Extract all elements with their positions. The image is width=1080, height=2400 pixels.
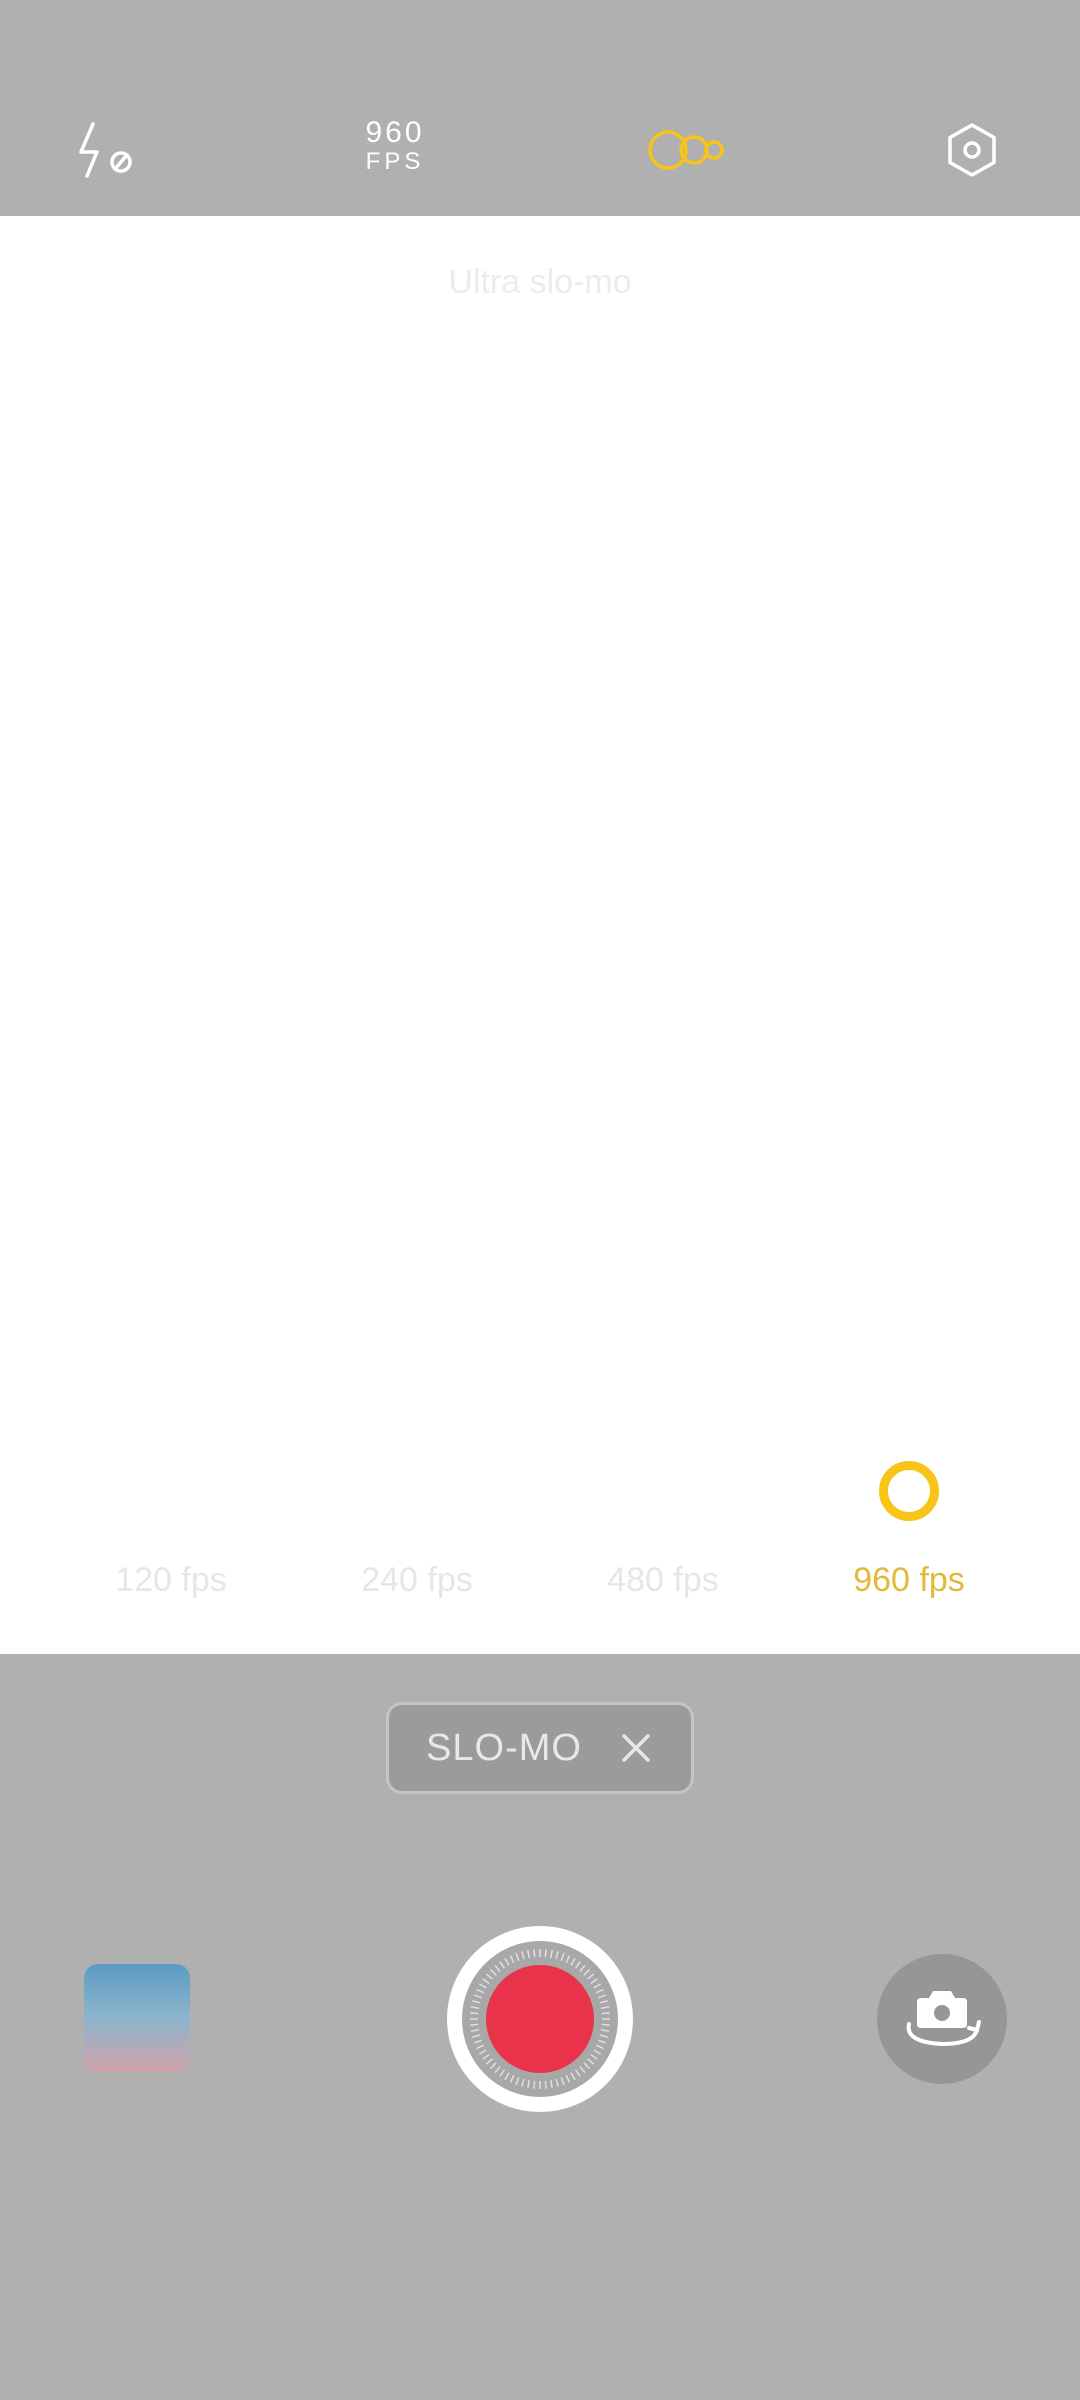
record-ring-tick <box>544 2080 547 2089</box>
record-ring-tick <box>601 2012 610 2015</box>
record-ring-tick <box>599 2034 608 2038</box>
fps-value: 960 <box>365 116 425 149</box>
camera-screen: 960 FPS Ultra slo-mo 120 fps 240 fps 480… <box>0 0 1080 2400</box>
fps-selector-indicator[interactable] <box>879 1461 939 1521</box>
record-ring-tick <box>470 2029 480 2032</box>
record-ring-tick <box>485 1973 493 1980</box>
record-ring-tick <box>587 1973 595 1980</box>
record-ring-tick <box>598 1994 607 1999</box>
fps-option-960[interactable]: 960 fps <box>809 1561 1009 1600</box>
record-ring-tick <box>527 2079 530 2089</box>
record-ring-tick <box>489 1968 497 1976</box>
record-ring-tick <box>482 2053 490 2060</box>
record-ring-tick <box>600 2006 610 2009</box>
record-ring-tick <box>595 1988 604 1994</box>
record-button[interactable] <box>447 1926 633 2112</box>
record-ring-tick <box>482 1978 490 1985</box>
record-ring-tick <box>489 2062 497 2070</box>
fps-option-480[interactable]: 480 fps <box>563 1561 763 1600</box>
record-ring-tick <box>470 2012 479 2015</box>
record-dot <box>486 1965 594 2073</box>
record-ring-tick <box>470 2023 479 2026</box>
record-ring-tick <box>550 2079 553 2089</box>
record-ring-tick <box>600 2029 610 2032</box>
fps-options: 120 fps 240 fps 480 fps 960 fps <box>0 1561 1080 1611</box>
camera-flip-button[interactable] <box>877 1954 1007 2084</box>
record-ring-tick <box>504 1958 510 1966</box>
record-ring-tick <box>515 2077 520 2086</box>
record-ring-tick <box>579 2066 586 2074</box>
record-ring-tick <box>601 2023 610 2026</box>
record-ring-tick <box>560 2077 565 2086</box>
record-ring-tick <box>527 1949 530 1959</box>
record-ring-tick <box>485 2058 493 2065</box>
mode-chip[interactable]: SLO-MO <box>386 1702 694 1794</box>
record-ring-tick <box>476 1988 485 1994</box>
close-icon[interactable] <box>618 1730 654 1766</box>
record-ring-tick <box>590 2053 598 2060</box>
record-ring-tick <box>570 1958 576 1966</box>
record-ring-tick <box>595 2044 604 2050</box>
mode-chip-label: SLO-MO <box>426 1726 582 1769</box>
close-glyph <box>622 1734 650 1762</box>
record-ring-tick <box>565 2074 571 2083</box>
record-ring-tick <box>593 1983 601 1989</box>
record-ring-tick <box>565 1955 571 1964</box>
record-ring-tick <box>555 2078 559 2087</box>
mode-title: Ultra slo-mo <box>448 263 632 301</box>
record-ring-tick <box>533 2080 536 2089</box>
record-ring-tick <box>544 1949 547 1958</box>
record-ring-tick <box>550 1949 553 1959</box>
record-ring-tick <box>479 1983 487 1989</box>
settings-icon[interactable] <box>932 110 1012 190</box>
record-ring-tick <box>583 2062 591 2070</box>
record-ring-tick <box>509 2074 515 2083</box>
record-ring-tick <box>583 1968 591 1976</box>
top-bar: 960 FPS <box>0 0 1080 216</box>
camera-flip-icon <box>906 1991 981 2047</box>
flash-off-glyph <box>79 122 132 178</box>
viewfinder[interactable]: Ultra slo-mo 120 fps 240 fps 480 fps 960… <box>0 216 1080 1654</box>
fps-option-240[interactable]: 240 fps <box>317 1561 517 1600</box>
record-ring-tick <box>473 2039 482 2044</box>
record-ring-tick <box>593 2049 601 2055</box>
fps-indicator[interactable]: 960 FPS <box>345 118 445 174</box>
record-ring-tick <box>555 1951 559 1960</box>
record-ring-tick <box>515 1952 520 1961</box>
flash-off-icon[interactable] <box>68 110 148 190</box>
record-ring-tick <box>574 2069 581 2077</box>
gallery-thumbnail[interactable] <box>84 1964 190 2072</box>
record-ring-tick <box>560 1952 565 1961</box>
record-ring-tick <box>472 2000 481 2004</box>
record-button-ring <box>462 1941 618 2097</box>
record-ring-tick <box>521 1951 525 1960</box>
record-ring-tick <box>476 2044 485 2050</box>
record-ring-tick <box>494 1964 501 1972</box>
slowmo-circles-icon[interactable] <box>644 110 734 190</box>
fps-option-120[interactable]: 120 fps <box>71 1561 271 1600</box>
record-ring-tick <box>587 2058 595 2065</box>
record-ring-tick <box>509 1955 515 1964</box>
fps-unit: FPS <box>365 148 425 175</box>
record-ring-tick <box>598 2039 607 2044</box>
record-ring-tick <box>521 2078 525 2087</box>
record-ring-tick <box>574 1961 581 1969</box>
record-ring-tick <box>590 1978 598 1985</box>
record-ring-tick <box>470 2006 480 2009</box>
record-ring-tick <box>504 2072 510 2080</box>
record-ring-tick <box>473 1994 482 1999</box>
record-ring-tick <box>494 2066 501 2074</box>
slowmo-circles-glyph <box>648 130 724 170</box>
settings-hexagon-glyph <box>948 123 996 177</box>
record-ring-tick <box>479 2049 487 2055</box>
record-ring-tick <box>499 2069 506 2077</box>
record-ring-tick <box>472 2034 481 2038</box>
record-ring-tick <box>570 2072 576 2080</box>
record-ring-tick <box>533 1949 536 1958</box>
record-ring-tick <box>599 2000 608 2004</box>
record-ring-tick <box>499 1961 506 1969</box>
record-ring-tick <box>579 1964 586 1972</box>
